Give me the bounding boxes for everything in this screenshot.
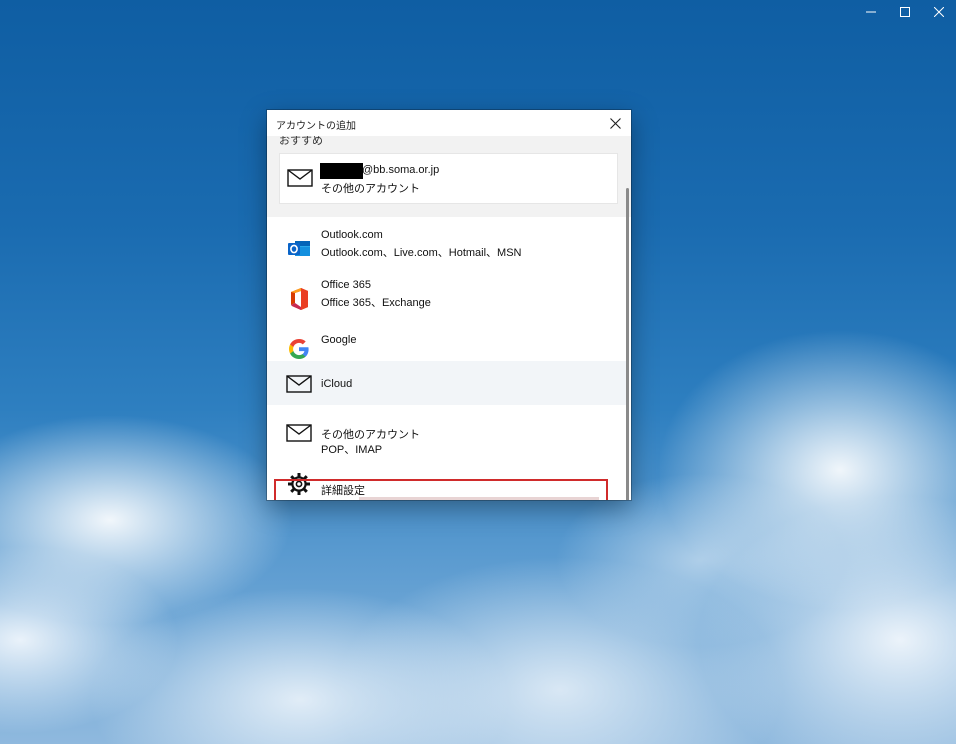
maximize-icon [900, 7, 910, 17]
outlook-icon [286, 237, 312, 261]
account-item-subtitle: POP、IMAP [321, 444, 383, 456]
account-item-advanced-settings[interactable]: 詳細設定 [267, 461, 629, 500]
window-controls [854, 0, 956, 24]
recommended-subtitle: その他のアカウント [321, 183, 420, 195]
recommended-account-card[interactable]: @bb.soma.or.jp その他のアカウント [280, 154, 617, 203]
account-list[interactable]: おすすめ @bb.soma.or.jp その他のアカウント Outlook.co… [267, 135, 631, 500]
office-icon [286, 287, 312, 311]
mail-icon [287, 169, 313, 187]
dialog-bottom-accent [359, 497, 599, 500]
close-window-button[interactable] [922, 0, 956, 24]
dialog-title: アカウントの追加 [276, 121, 356, 132]
account-item-office365[interactable]: Office 365 Office 365、Exchange [267, 276, 629, 320]
google-icon [286, 337, 312, 361]
account-item-title: Google [321, 334, 357, 346]
account-item-outlook[interactable]: Outlook.com Outlook.com、Live.com、Hotmail… [267, 226, 629, 270]
close-icon [934, 7, 944, 17]
gear-icon [286, 472, 312, 496]
add-account-dialog: アカウントの追加 おすすめ @bb.soma.or.jp その他のアカウント O… [267, 110, 631, 500]
dialog-close-button[interactable] [607, 115, 623, 131]
account-item-title: 詳細設定 [321, 485, 365, 497]
account-item-title: Office 365 [321, 279, 371, 291]
recommended-section: おすすめ @bb.soma.or.jp その他のアカウント [267, 135, 631, 217]
account-item-title: その他のアカウント [321, 429, 420, 441]
account-item-subtitle: Office 365、Exchange [321, 297, 431, 309]
account-item-subtitle: Outlook.com、Live.com、Hotmail、MSN [321, 247, 522, 259]
scrollbar[interactable] [626, 188, 629, 500]
account-item-other[interactable]: その他のアカウント POP、IMAP [267, 410, 629, 456]
mail-icon [286, 372, 312, 396]
dialog-header: アカウントの追加 [267, 110, 631, 136]
account-item-title: iCloud [321, 378, 353, 390]
minimize-icon [866, 11, 876, 13]
minimize-button[interactable] [854, 0, 888, 24]
close-icon [609, 117, 621, 129]
recommended-email: @bb.soma.or.jp [362, 164, 440, 176]
account-item-title: Outlook.com [321, 229, 383, 241]
account-item-icloud[interactable]: iCloud [267, 361, 629, 405]
mail-icon [286, 421, 312, 445]
maximize-button[interactable] [888, 0, 922, 24]
redacted-username [320, 163, 363, 179]
